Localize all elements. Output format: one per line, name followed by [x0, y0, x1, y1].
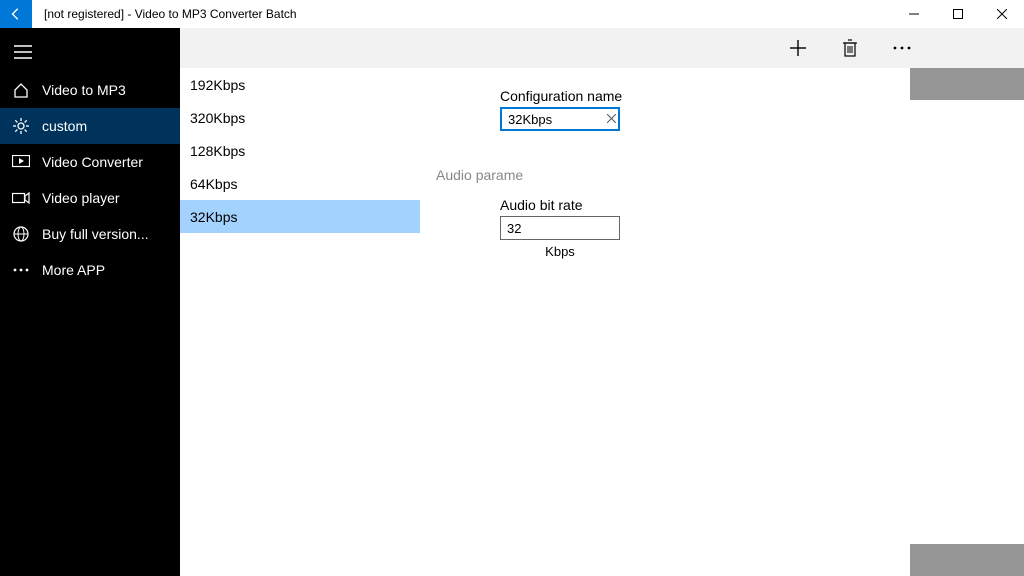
globe-icon [12, 225, 30, 243]
sidebar-item-label: Video Converter [42, 154, 143, 170]
audio-section-heading: Audio parame [436, 167, 1024, 183]
maximize-icon [953, 9, 963, 19]
minimize-icon [909, 9, 919, 19]
window-title: [not registered] - Video to MP3 Converte… [32, 7, 297, 21]
gear-icon [12, 117, 30, 135]
bitrate-block: Audio bit rate Kbps [500, 197, 1024, 259]
delete-button[interactable] [838, 36, 862, 60]
bitrate-unit: Kbps [500, 244, 620, 259]
preset-label: 32Kbps [190, 209, 237, 225]
preset-list: 192Kbps 320Kbps 128Kbps 64Kbps 32Kbps [180, 68, 420, 576]
preset-header-spacer [180, 28, 420, 68]
back-button[interactable] [0, 0, 32, 28]
close-button[interactable] [980, 0, 1024, 28]
sidebar-item-buy-full-version[interactable]: Buy full version... [0, 216, 180, 252]
sidebar-item-video-player[interactable]: Video player [0, 180, 180, 216]
preset-label: 64Kbps [190, 176, 237, 192]
sidebar-item-more-app[interactable]: More APP [0, 252, 180, 288]
preset-column: 192Kbps 320Kbps 128Kbps 64Kbps 32Kbps [180, 28, 420, 576]
config-name-input-wrap [500, 107, 620, 131]
display-icon [12, 153, 30, 171]
x-icon [607, 114, 616, 123]
sidebar-item-label: custom [42, 118, 87, 134]
preset-item[interactable]: 192Kbps [180, 68, 420, 101]
preset-item[interactable]: 32Kbps [180, 200, 420, 233]
hamburger-button[interactable] [0, 32, 180, 72]
bitrate-label: Audio bit rate [500, 197, 1024, 213]
camera-icon [12, 189, 30, 207]
app-body: Video to MP3 custom Video Converter Vide… [0, 28, 1024, 576]
content-area: Configuration name Audio parame Audio bi… [420, 68, 1024, 576]
clear-input-button[interactable] [607, 112, 616, 126]
more-button[interactable] [890, 36, 914, 60]
add-button[interactable] [786, 36, 810, 60]
sidebar-item-label: Buy full version... [42, 226, 149, 242]
sidebar-item-video-to-mp3[interactable]: Video to MP3 [0, 72, 180, 108]
close-icon [997, 9, 1007, 19]
titlebar: [not registered] - Video to MP3 Converte… [0, 0, 1024, 28]
arrow-left-icon [9, 7, 23, 21]
window-controls [892, 0, 1024, 28]
preset-item[interactable]: 320Kbps [180, 101, 420, 134]
trash-icon [842, 39, 858, 57]
sidebar-item-custom[interactable]: custom [0, 108, 180, 144]
home-icon [12, 81, 30, 99]
bitrate-input[interactable] [500, 216, 620, 240]
sidebar: Video to MP3 custom Video Converter Vide… [0, 28, 180, 576]
sidebar-item-label: Video player [42, 190, 120, 206]
bitrate-input-wrap [500, 216, 620, 240]
preset-label: 128Kbps [190, 143, 245, 159]
config-name-label: Configuration name [500, 88, 1024, 104]
plus-icon [789, 39, 807, 57]
sidebar-item-label: Video to MP3 [42, 82, 126, 98]
right-panel: Configuration name Audio parame Audio bi… [420, 28, 1024, 576]
maximize-button[interactable] [936, 0, 980, 28]
preset-label: 192Kbps [190, 77, 245, 93]
hamburger-icon [14, 45, 32, 59]
minimize-button[interactable] [892, 0, 936, 28]
preset-item[interactable]: 64Kbps [180, 167, 420, 200]
ellipsis-icon [893, 46, 911, 50]
sidebar-item-video-converter[interactable]: Video Converter [0, 144, 180, 180]
dots-icon [12, 261, 30, 279]
sidebar-item-label: More APP [42, 262, 105, 278]
config-name-input[interactable] [500, 107, 620, 131]
config-name-block: Configuration name [500, 88, 1024, 131]
toolbar [420, 28, 1024, 68]
preset-label: 320Kbps [190, 110, 245, 126]
preset-item[interactable]: 128Kbps [180, 134, 420, 167]
